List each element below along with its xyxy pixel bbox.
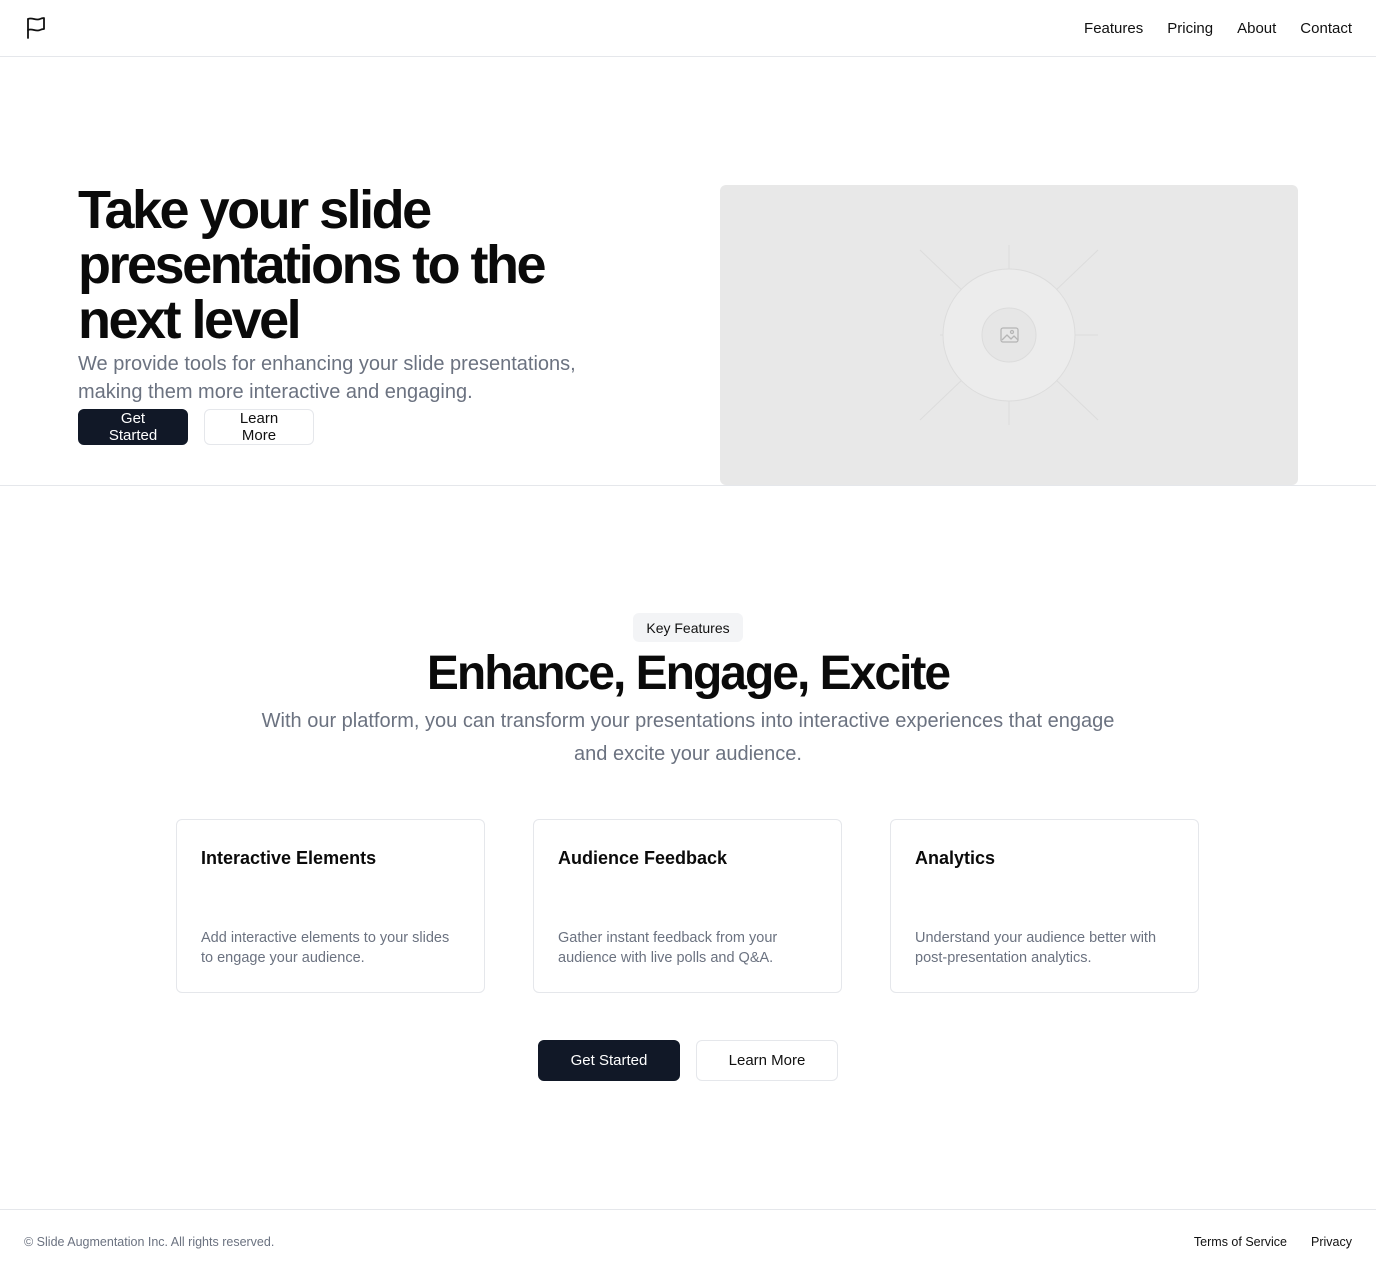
hero-image-placeholder	[720, 185, 1298, 485]
hero-content: Take your slide presentations to the nex…	[78, 183, 638, 445]
copyright-text: © Slide Augmentation Inc. All rights res…	[24, 1235, 275, 1249]
top-navbar: Features Pricing About Contact	[0, 0, 1376, 57]
features-buttons: Get Started Learn More	[538, 1040, 838, 1081]
flag-icon[interactable]	[24, 16, 48, 40]
terms-of-service-link[interactable]: Terms of Service	[1194, 1235, 1287, 1249]
nav-link-contact[interactable]: Contact	[1300, 20, 1352, 37]
features-subtitle: With our platform, you can transform you…	[261, 710, 1115, 765]
learn-more-button[interactable]: Learn More	[696, 1040, 838, 1081]
key-features-badge: Key Features	[633, 613, 743, 642]
feature-card-analytics: Analytics Understand your audience bette…	[890, 819, 1199, 993]
image-placeholder-icon	[919, 245, 1099, 425]
feature-cards: Interactive Elements Add interactive ele…	[176, 819, 1200, 993]
nav-link-about[interactable]: About	[1237, 20, 1276, 37]
footer-links: Terms of Service Privacy	[1194, 1235, 1352, 1249]
learn-more-button[interactable]: Learn More	[204, 409, 314, 445]
hero-buttons: Get Started Learn More	[78, 409, 638, 445]
hero-subtitle: We provide tools for enhancing your slid…	[78, 353, 576, 403]
card-description: Understand your audience better with pos…	[915, 930, 1157, 966]
card-title: Interactive Elements	[201, 848, 377, 868]
hero-section: Take your slide presentations to the nex…	[0, 57, 1376, 486]
features-section: Key Features Enhance, Engage, Excite Wit…	[0, 486, 1376, 1209]
footer: © Slide Augmentation Inc. All rights res…	[0, 1209, 1376, 1274]
feature-card-interactive-elements: Interactive Elements Add interactive ele…	[176, 819, 485, 993]
main-nav: Features Pricing About Contact	[1084, 20, 1352, 37]
feature-card-audience-feedback: Audience Feedback Gather instant feedbac…	[533, 819, 842, 993]
features-title: Enhance, Engage, Excite	[426, 647, 951, 700]
card-title: Audience Feedback	[558, 848, 728, 868]
get-started-button[interactable]: Get Started	[78, 409, 188, 445]
privacy-link[interactable]: Privacy	[1311, 1235, 1352, 1249]
nav-link-features[interactable]: Features	[1084, 20, 1143, 37]
card-title: Analytics	[915, 848, 996, 868]
card-description: Add interactive elements to your slides …	[201, 930, 450, 966]
nav-link-pricing[interactable]: Pricing	[1167, 20, 1213, 37]
card-description: Gather instant feedback from your audien…	[558, 930, 778, 966]
hero-title: Take your slide presentations to the nex…	[78, 180, 547, 350]
get-started-button[interactable]: Get Started	[538, 1040, 680, 1081]
